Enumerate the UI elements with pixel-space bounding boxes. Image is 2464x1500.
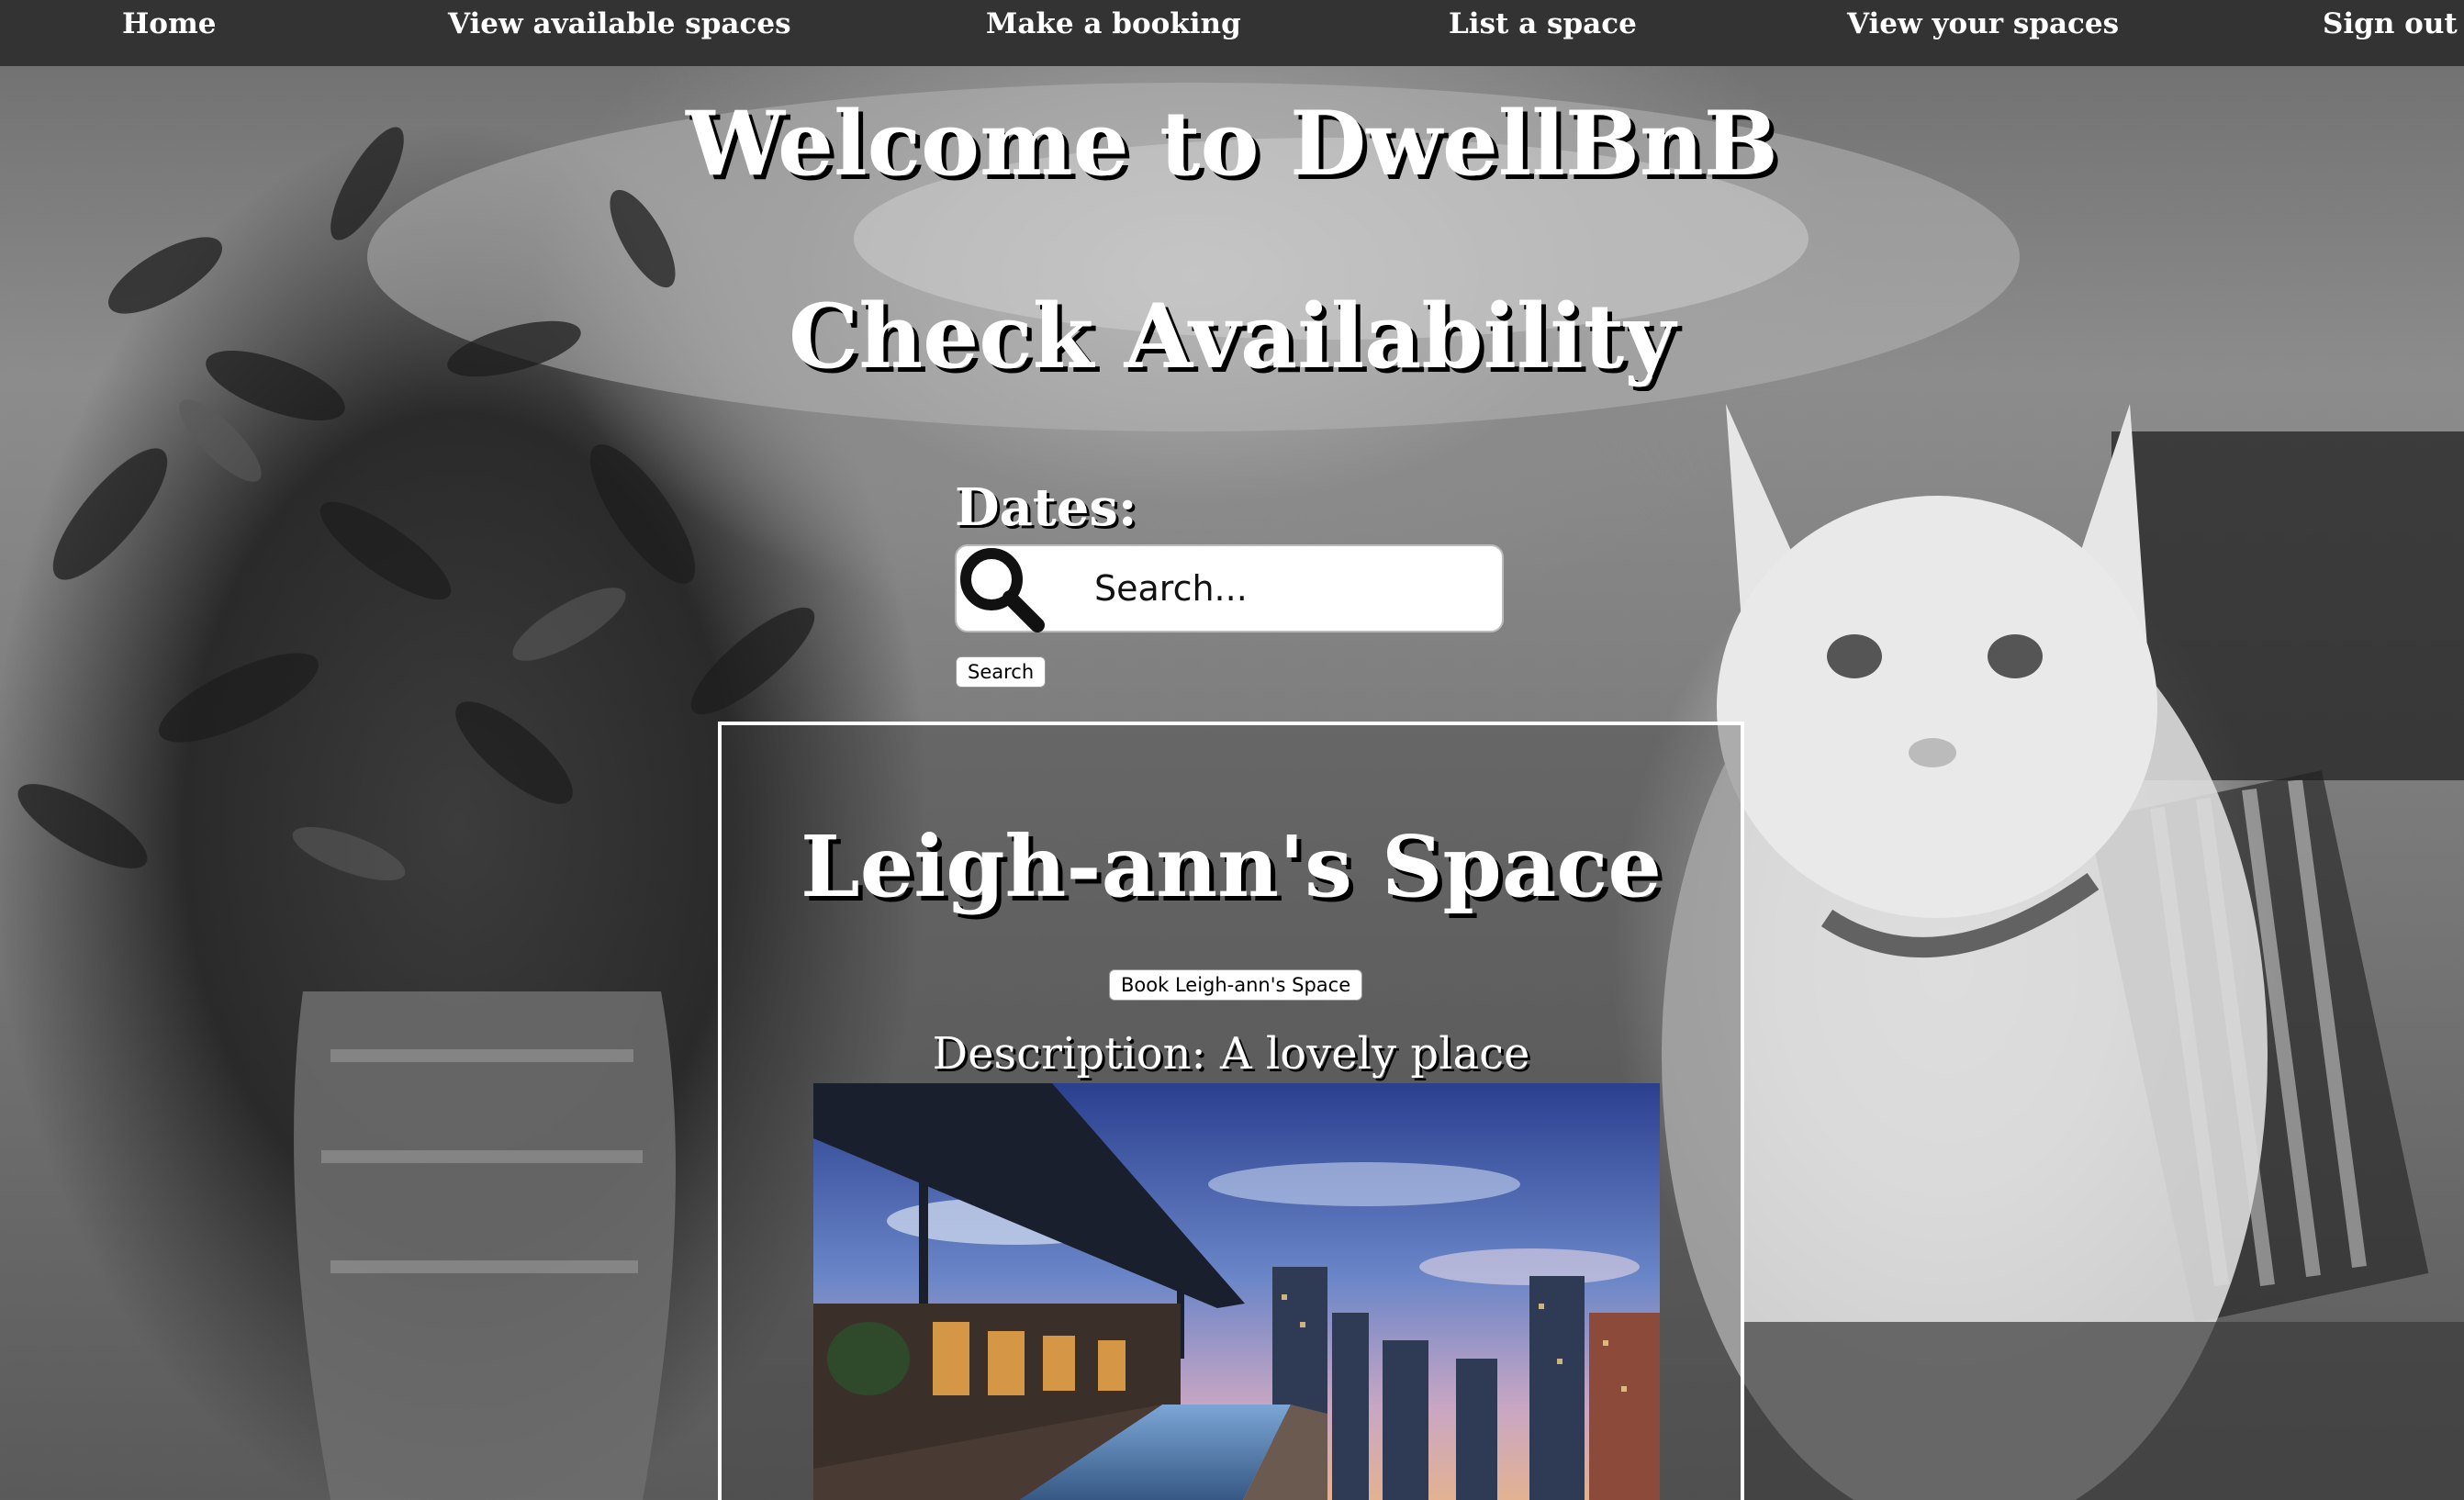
nav-link-list-a-space[interactable]: List a space xyxy=(1449,7,1637,40)
space-card: Leigh-ann's Space Book Leigh-ann's Space… xyxy=(718,722,1744,1500)
search-box[interactable] xyxy=(955,544,1526,632)
space-photo xyxy=(813,1083,1660,1500)
site-title: Welcome to DwellBnB xyxy=(686,92,1778,196)
search-icon xyxy=(960,548,1045,632)
dates-label: Dates: xyxy=(955,477,1137,538)
nav-link-home[interactable]: Home xyxy=(122,7,217,40)
space-title: Leigh-ann's Space xyxy=(801,817,1662,916)
check-availability-heading: Check Availability xyxy=(788,285,1676,388)
dates-search-input[interactable] xyxy=(1094,568,1526,609)
book-space-button[interactable]: Book Leigh-ann's Space xyxy=(1109,969,1363,1001)
nav-link-sign-out[interactable]: Sign out xyxy=(2323,7,2458,40)
nav-link-make-a-booking[interactable]: Make a booking xyxy=(986,7,1241,40)
top-navbar: Home View available spaces Make a bookin… xyxy=(0,0,2464,66)
nav-link-view-your-spaces[interactable]: View your spaces xyxy=(1847,7,2119,40)
search-button[interactable]: Search xyxy=(956,656,1047,688)
space-description: Description: A lovely place xyxy=(932,1028,1530,1080)
nav-link-view-available-spaces[interactable]: View available spaces xyxy=(448,7,791,40)
